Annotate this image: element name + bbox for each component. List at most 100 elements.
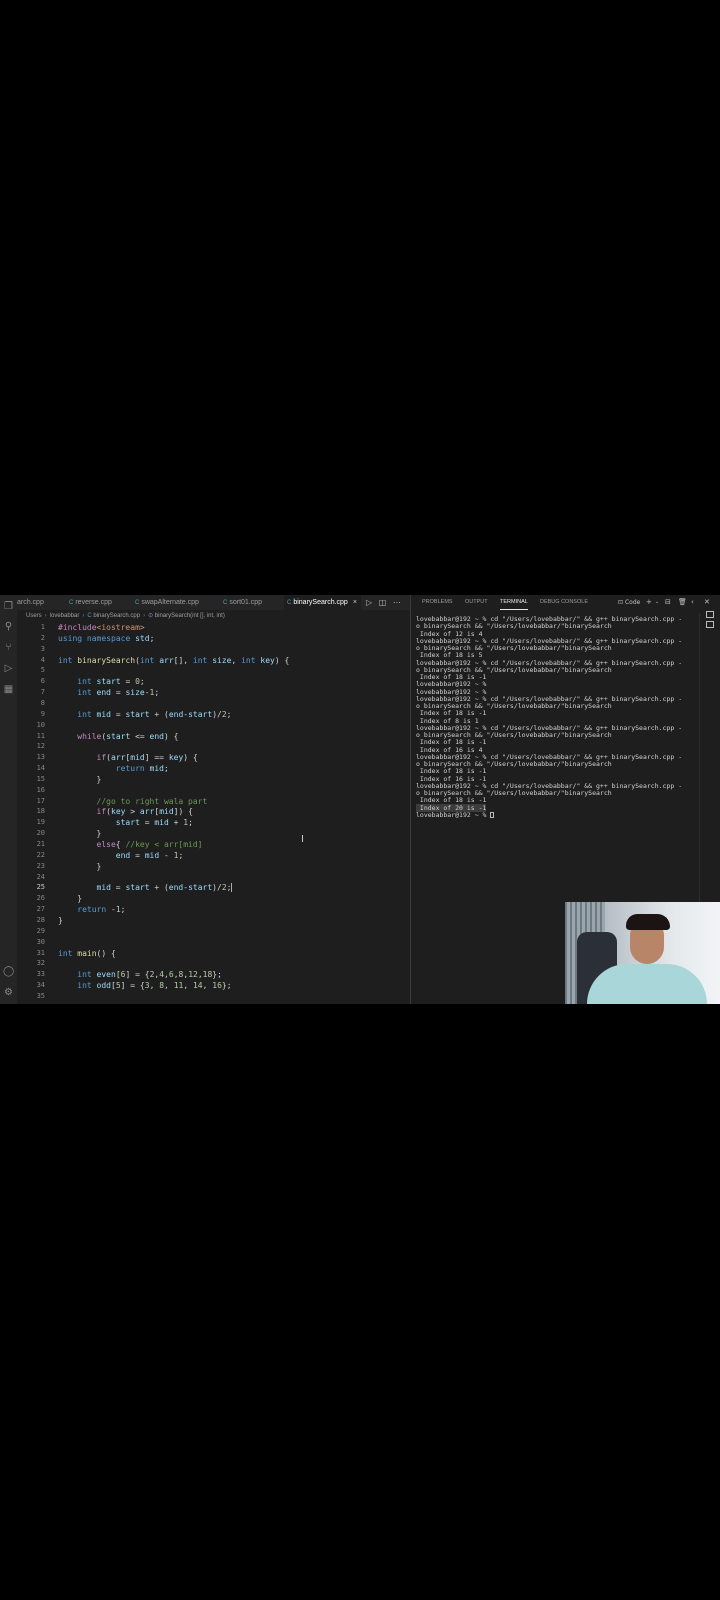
code-line[interactable]: 32	[17, 958, 410, 969]
code-line[interactable]: 16	[17, 785, 410, 796]
line-number: 24	[36, 872, 45, 881]
split-editor-icon[interactable]: ◫	[379, 598, 387, 607]
terminal-instance-icon[interactable]	[706, 611, 714, 618]
tab-binarysearch-cpp[interactable]: CbinarySearch.cpp ×	[284, 595, 361, 610]
code-line[interactable]: 24	[17, 872, 410, 883]
code-line[interactable]: 1 #include<iostream>	[17, 622, 410, 633]
code-line[interactable]: 10	[17, 720, 410, 731]
line-number: 4	[40, 655, 45, 664]
cpp-file-icon: C	[223, 600, 228, 606]
tab-reverse-cpp[interactable]: Creverse.cpp	[69, 595, 112, 610]
terminal-output[interactable]: lovebabbar@192 ~ % cd "/Users/lovebabbar…	[416, 615, 706, 819]
terminal-instance-icon[interactable]	[706, 621, 714, 628]
files-icon[interactable]: ❐	[3, 601, 14, 612]
search-icon[interactable]: ⚲	[3, 621, 14, 632]
code-line[interactable]: 15 }	[17, 774, 410, 785]
code-editor[interactable]: 1 #include<iostream> 2 using namespace std;…	[17, 622, 410, 1004]
code-text: int binarySearch(int arr[], int size, in…	[58, 655, 290, 665]
line-number: 30	[36, 937, 45, 946]
terminal-text: lovebabbar@192 ~ %	[416, 810, 491, 819]
close-tab-icon[interactable]: ×	[353, 599, 357, 606]
line-number: 9	[40, 709, 45, 718]
code-line[interactable]: 23 }	[17, 861, 410, 872]
breadcrumb-users[interactable]: Users	[26, 613, 42, 619]
function-symbol-icon: ⊙	[148, 613, 154, 619]
code-line[interactable]: 35	[17, 991, 410, 1002]
trash-icon[interactable]: 🗑	[678, 595, 687, 610]
source-control-icon[interactable]: ⑂	[3, 642, 14, 653]
editor-actions: ▷ ◫ ⋯	[366, 595, 410, 610]
line-number: 33	[36, 970, 45, 979]
tab-search-cpp[interactable]: arch.cpp	[17, 595, 44, 610]
code-text: using namespace std;	[58, 633, 155, 643]
cpp-file-icon: C	[287, 600, 292, 606]
code-line[interactable]: 6 int start = 0;	[17, 676, 410, 687]
code-line[interactable]: 21 else{ //key < arr[mid]	[17, 839, 410, 850]
code-text: return mid;	[115, 764, 169, 774]
split-terminal-icon[interactable]: ⊟	[665, 595, 671, 610]
webcam-overlay	[565, 902, 720, 1004]
more-actions-icon[interactable]: ⋯	[393, 598, 401, 607]
chevron-down-icon[interactable]: ⌄	[655, 595, 659, 610]
cpp-file-icon: C	[87, 613, 92, 619]
code-line[interactable]: 29	[17, 926, 410, 937]
code-line[interactable]: 26 }	[17, 893, 410, 904]
line-number: 25	[36, 883, 45, 892]
line-number: 6	[40, 677, 45, 686]
code-text: int end = size-1;	[77, 688, 160, 698]
close-panel-icon[interactable]: ✕	[704, 595, 710, 610]
line-number: 27	[36, 905, 45, 914]
line-number: 35	[36, 991, 45, 1000]
terminal-shell-selector[interactable]: ⊡ Code	[618, 595, 640, 610]
code-line[interactable]: 17 //go to right wala part	[17, 796, 410, 807]
code-line[interactable]: 30	[17, 937, 410, 948]
breadcrumb-symbol[interactable]: binarySearch(int [], int, int)	[155, 613, 225, 619]
code-line[interactable]: 7 int end = size-1;	[17, 687, 410, 698]
run-code-icon[interactable]: ▷	[366, 598, 372, 607]
code-line[interactable]: 13 if(arr[mid] == key) {	[17, 752, 410, 763]
run-debug-icon[interactable]: ▷	[3, 663, 14, 674]
code-line[interactable]: 19 start = mid + 1;	[17, 817, 410, 828]
tab-output[interactable]: OUTPUT	[465, 595, 488, 610]
code-line[interactable]: 25 mid = start + (end-start)/2;	[17, 882, 410, 893]
line-number: 20	[36, 829, 45, 838]
line-number: 26	[36, 894, 45, 903]
code-line[interactable]: 18 if(key > arr[mid]) {	[17, 806, 410, 817]
chevron-right-icon: ›	[82, 613, 85, 619]
terminal-line: lovebabbar@192 ~ %	[416, 810, 706, 819]
code-line[interactable]: 34 int odd[5] = {3, 8, 11, 14, 16};	[17, 980, 410, 991]
code-line[interactable]: 5	[17, 665, 410, 676]
code-line[interactable]: 3	[17, 644, 410, 655]
chevron-right-icon: ›	[143, 613, 146, 619]
account-icon[interactable]: ◯	[3, 966, 14, 977]
code-line[interactable]: 14 return mid;	[17, 763, 410, 774]
breadcrumb-file[interactable]: binarySearch.cpp	[93, 613, 140, 619]
code-line[interactable]: 22 end = mid - 1;	[17, 850, 410, 861]
code-line[interactable]: 12	[17, 741, 410, 752]
tab-problems[interactable]: PROBLEMS	[422, 595, 453, 610]
maximize-panel-icon[interactable]: ‹	[691, 595, 694, 610]
cpp-file-icon: C	[135, 600, 140, 606]
code-line[interactable]: 8	[17, 698, 410, 709]
code-text: }	[58, 915, 63, 925]
tab-debug-console[interactable]: DEBUG CONSOLE	[540, 595, 588, 610]
breadcrumb-folder[interactable]: lovebabbar	[50, 613, 80, 619]
line-number: 17	[36, 796, 45, 805]
settings-gear-icon[interactable]: ⚙	[3, 987, 14, 998]
line-number: 1	[40, 623, 45, 631]
code-line[interactable]: 20 }	[17, 828, 410, 839]
code-line[interactable]: 4 int binarySearch(int arr[], int size, i…	[17, 655, 410, 666]
code-line[interactable]: 2 using namespace std;	[17, 633, 410, 644]
code-line[interactable]: 9 int mid = start + (end-start)/2;	[17, 709, 410, 720]
code-line[interactable]: 28}	[17, 915, 410, 926]
code-line[interactable]: 31 int main() {	[17, 948, 410, 959]
tab-terminal[interactable]: TERMINAL	[500, 595, 528, 610]
code-line[interactable]: 27 return -1;	[17, 904, 410, 915]
code-text: while(start <= end) {	[77, 731, 179, 741]
code-line[interactable]: 11 while(start <= end) {	[17, 731, 410, 742]
new-terminal-icon[interactable]: +	[646, 595, 652, 610]
code-line[interactable]: 33 int even[6] = {2,4,6,8,12,18};	[17, 969, 410, 980]
tab-swapalternate-cpp[interactable]: CswapAlternate.cpp	[135, 595, 199, 610]
tab-sort01-cpp[interactable]: Csort01.cpp	[223, 595, 262, 610]
extensions-icon[interactable]: ▦	[3, 684, 14, 695]
